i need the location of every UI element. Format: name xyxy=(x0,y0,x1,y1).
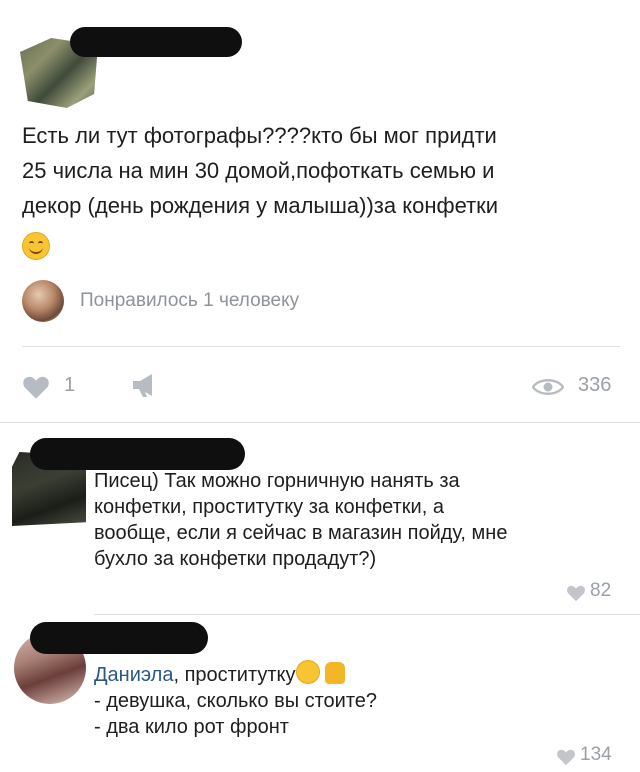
comment-author-name-redacted[interactable] xyxy=(30,622,208,654)
liked-by-row[interactable]: Понравилось 1 человеку xyxy=(22,280,422,324)
comment-like-button[interactable]: 134 xyxy=(556,744,632,770)
like-button[interactable]: 1 xyxy=(22,372,92,402)
smile-emoji-icon xyxy=(22,232,50,261)
share-button[interactable] xyxy=(130,372,164,402)
post-text-line: 25 числа на мин 30 домой,пофоткать семью… xyxy=(22,158,495,183)
heart-icon xyxy=(557,749,575,766)
heart-icon xyxy=(23,376,49,399)
post-text-line: Есть ли тут фотографы????кто бы мог прид… xyxy=(22,123,497,148)
heart-icon xyxy=(567,585,585,602)
comment-like-count: 134 xyxy=(580,744,612,765)
comment-line: Писец) Так можно горничную нанять за xyxy=(94,470,460,492)
laugh-emoji-icon xyxy=(295,660,320,684)
divider xyxy=(94,614,640,615)
megaphone-icon xyxy=(133,374,152,397)
comment-text: Писец) Так можно горничную нанять за кон… xyxy=(94,468,624,572)
divider xyxy=(0,422,640,423)
like-count: 1 xyxy=(64,374,76,396)
views-counter: 336 xyxy=(532,372,632,402)
post-author-name-redacted[interactable] xyxy=(70,27,242,57)
divider xyxy=(22,346,620,347)
comment-line: конфетки, проститутку за конфетки, а xyxy=(94,496,444,518)
eye-icon xyxy=(532,379,564,395)
comment-line: , проститутку xyxy=(173,664,296,686)
comment-line: - девушка, сколько вы стоите? xyxy=(94,690,378,712)
liked-by-text[interactable]: Понравилось 1 человеку xyxy=(80,290,299,312)
liker-avatar[interactable] xyxy=(22,280,64,322)
thumbs-up-icon xyxy=(325,662,346,684)
post-text-line: декор (день рождения у малыша))за конфет… xyxy=(22,193,499,218)
post-text: Есть ли тут фотографы????кто бы мог прид… xyxy=(22,118,622,262)
comment-line: вообще, если я сейчас в магазин пойду, м… xyxy=(94,522,508,544)
comment-like-button[interactable]: 82 xyxy=(566,580,630,606)
reply-to-link[interactable]: Даниэла xyxy=(94,664,173,686)
comment-text: Даниэла, проститутку - девушка, сколько … xyxy=(94,660,624,740)
comment-author-name-redacted[interactable] xyxy=(30,438,245,470)
post-action-bar: 1 336 xyxy=(22,366,622,406)
views-count: 336 xyxy=(578,374,612,396)
comment-line: - два кило рот фронт xyxy=(94,716,289,738)
comment-like-count: 82 xyxy=(590,580,612,601)
comment-line: бухло за конфетки продадут?) xyxy=(94,548,377,570)
